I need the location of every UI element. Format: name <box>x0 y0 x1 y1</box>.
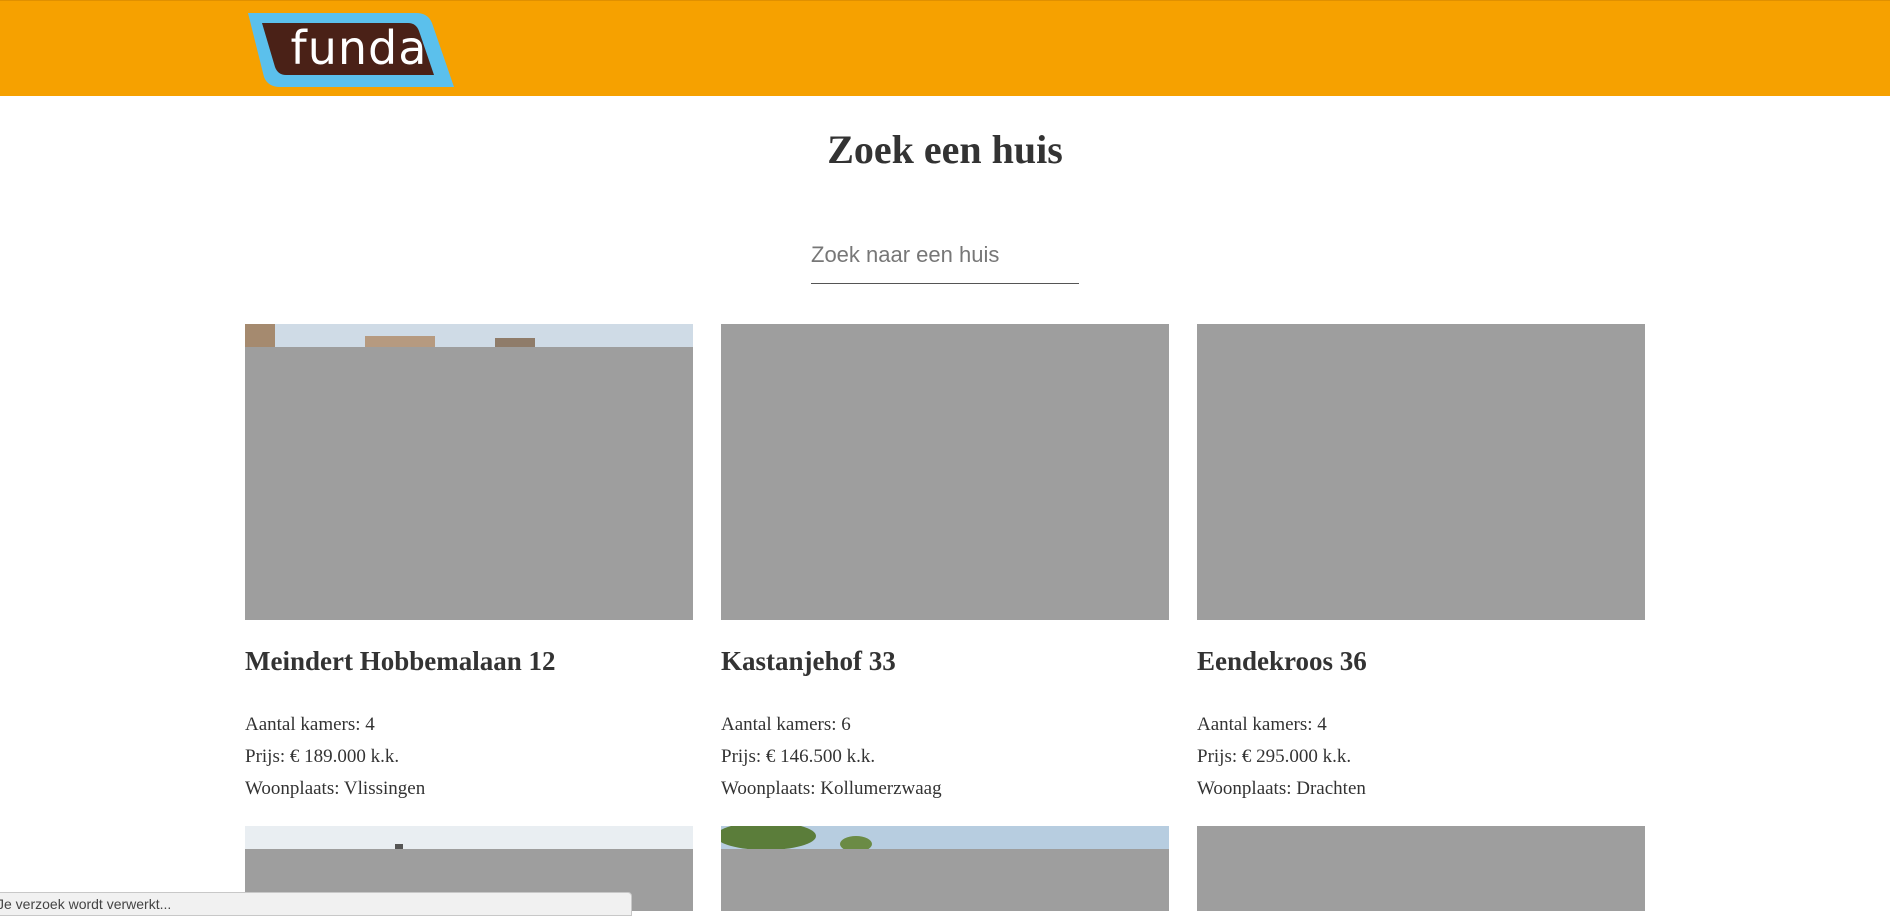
listing-address[interactable]: Kastanjehof 33 <box>721 646 896 677</box>
listing-city: Woonplaats: Drachten <box>1197 778 1366 799</box>
house-photo-strip <box>245 826 693 849</box>
house-photo-strip <box>721 826 1169 849</box>
listing-rooms: Aantal kamers: 4 <box>1197 714 1327 735</box>
listing-address[interactable]: Eendekroos 36 <box>1197 646 1367 677</box>
listing-rooms: Aantal kamers: 6 <box>721 714 851 735</box>
listing-address[interactable]: Meindert Hobbemalaan 12 <box>245 646 556 677</box>
listing-city: Woonplaats: Vlissingen <box>245 778 426 799</box>
listing-photo-placeholder[interactable] <box>721 826 1169 911</box>
listing-price: Prijs: € 146.500 k.k. <box>721 746 876 767</box>
listing-photo-placeholder[interactable] <box>245 324 693 620</box>
listing-city: Woonplaats: Kollumerzwaag <box>721 778 942 799</box>
page-title: Zoek een huis <box>827 127 1063 172</box>
funda-logo[interactable]: funda <box>244 11 456 89</box>
house-photo-strip <box>245 324 693 347</box>
listing-photo-placeholder[interactable] <box>721 324 1169 620</box>
logo-wordmark: funda <box>290 21 428 75</box>
listing-rooms: Aantal kamers: 4 <box>245 714 375 735</box>
search-input[interactable] <box>811 226 1079 284</box>
listing-photo-placeholder[interactable] <box>1197 826 1645 911</box>
listing-price: Prijs: € 295.000 k.k. <box>1197 746 1352 767</box>
site-header: funda <box>0 0 1890 96</box>
listing-price: Prijs: € 189.000 k.k. <box>245 746 400 767</box>
listing-photo-placeholder[interactable] <box>1197 324 1645 620</box>
browser-status-bar: Je verzoek wordt verwerkt... <box>0 892 632 916</box>
